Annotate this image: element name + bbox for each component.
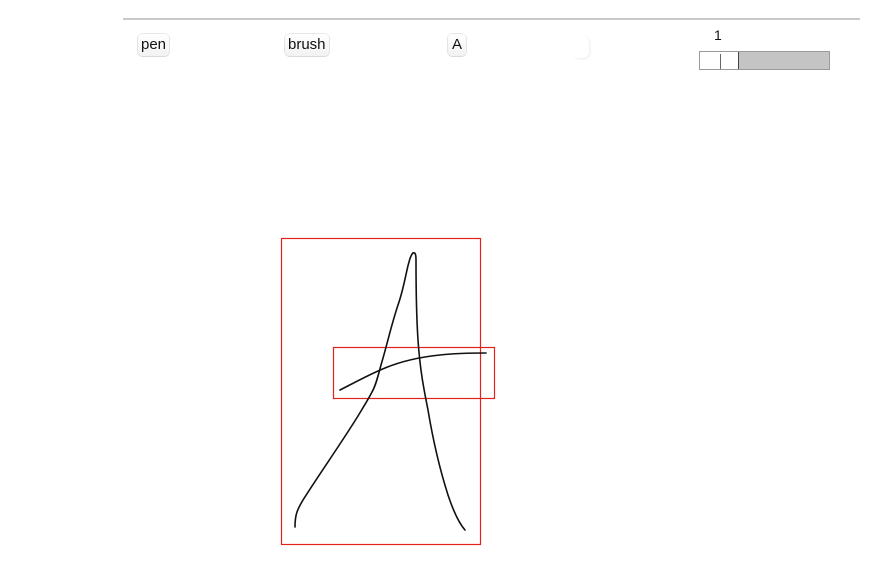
stroke-right-leg [412,251,466,531]
stroke-crossbar [339,352,487,391]
drawing-surface[interactable] [0,0,896,564]
drawing-canvas [0,0,896,564]
stroke-left-leg [294,252,414,528]
drawing-app: pen brush A 1 [0,0,896,564]
bounding-box-outer [280,237,482,546]
bounding-box-crossbar [332,346,496,400]
